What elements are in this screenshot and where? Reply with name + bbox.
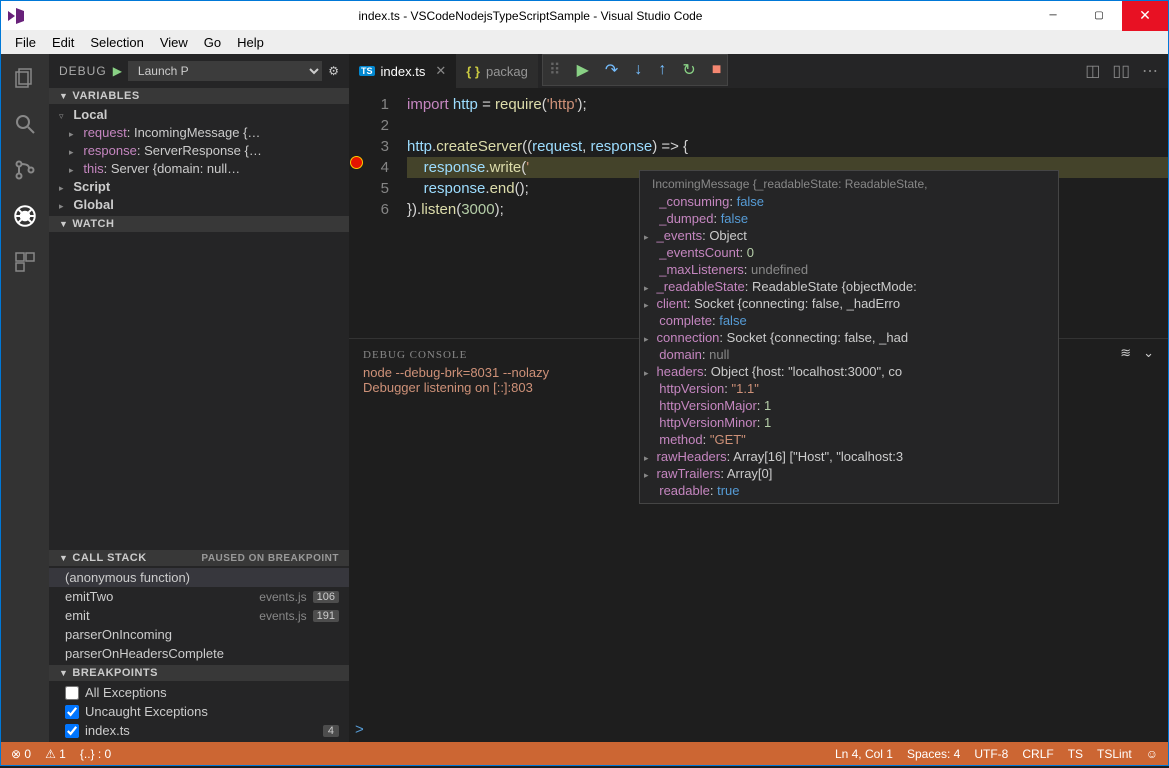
- statusbar: ⊗ 0 ⚠ 1 {..} : 0 Ln 4, Col 1 Spaces: 4 U…: [0, 742, 1169, 766]
- ts-icon: TS: [359, 66, 375, 76]
- hover-property[interactable]: _maxListeners: undefined: [640, 261, 1058, 278]
- menu-selection[interactable]: Selection: [82, 33, 151, 52]
- window-title: index.ts - VSCodeNodejsTypeScriptSample …: [31, 9, 1030, 23]
- split-editor-icon[interactable]: ◫: [1085, 61, 1100, 81]
- breakpoint-item[interactable]: All Exceptions: [49, 683, 349, 702]
- hover-property[interactable]: readable: true: [640, 482, 1058, 499]
- console-prompt[interactable]: >: [355, 721, 364, 738]
- variables-header[interactable]: ▼VARIABLES: [49, 88, 349, 104]
- hover-property[interactable]: complete: false: [640, 312, 1058, 329]
- breakpoint-checkbox[interactable]: [65, 686, 79, 700]
- hover-property[interactable]: method: "GET": [640, 431, 1058, 448]
- hover-property[interactable]: ▸headers: Object {host: "localhost:3000"…: [640, 363, 1058, 380]
- close-icon[interactable]: ✕: [435, 63, 446, 79]
- debug-sidebar: DEBUG ▶ Launch P ⚙ ▼VARIABLES ▿ Local ▸ …: [49, 54, 349, 742]
- hover-property[interactable]: ▸rawTrailers: Array[0]: [640, 465, 1058, 482]
- breakpoint-checkbox[interactable]: [65, 705, 79, 719]
- collapse-console-icon[interactable]: ⌄: [1143, 345, 1154, 361]
- debug-icon[interactable]: [11, 202, 39, 230]
- hover-title: IncomingMessage {_readableState: Readabl…: [640, 175, 1058, 193]
- menu-help[interactable]: Help: [229, 33, 272, 52]
- menubar: File Edit Selection View Go Help: [0, 30, 1169, 54]
- var-response[interactable]: ▸ response: ServerResponse {…: [49, 142, 349, 160]
- hover-property[interactable]: ▸rawHeaders: Array[16] ["Host", "localho…: [640, 448, 1058, 465]
- hover-property[interactable]: _dumped: false: [640, 210, 1058, 227]
- hover-property[interactable]: httpVersionMinor: 1: [640, 414, 1058, 431]
- start-debug-button[interactable]: ▶: [113, 64, 122, 78]
- scope-local[interactable]: ▿ Local: [49, 106, 349, 124]
- restart-button[interactable]: ↻: [682, 60, 695, 80]
- callstack-frame[interactable]: parserOnIncoming: [49, 625, 349, 644]
- breakpoint-glyph[interactable]: [351, 157, 362, 168]
- hover-property[interactable]: _consuming: false: [640, 193, 1058, 210]
- continue-button[interactable]: ▶: [577, 60, 589, 80]
- extensions-icon[interactable]: [11, 248, 39, 276]
- maximize-button[interactable]: ▢: [1076, 1, 1122, 31]
- search-icon[interactable]: [11, 110, 39, 138]
- tab-index-ts[interactable]: TS index.ts ✕: [349, 54, 456, 88]
- var-request[interactable]: ▸ request: IncomingMessage {…: [49, 124, 349, 142]
- status-warnings[interactable]: ⚠ 1: [45, 747, 66, 761]
- clear-console-icon[interactable]: ≋: [1120, 345, 1131, 361]
- hover-property[interactable]: ▸client: Socket {connecting: false, _had…: [640, 295, 1058, 312]
- status-errors[interactable]: ⊗ 0: [11, 747, 31, 761]
- breakpoint-item[interactable]: Uncaught Exceptions: [49, 702, 349, 721]
- menu-view[interactable]: View: [152, 33, 196, 52]
- status-fold[interactable]: {..} : 0: [80, 747, 111, 761]
- callstack-frame[interactable]: (anonymous function): [49, 568, 349, 587]
- callstack-frame[interactable]: emitevents.js191: [49, 606, 349, 625]
- hover-property[interactable]: ▸connection: Socket {connecting: false, …: [640, 329, 1058, 346]
- vs-logo-icon: [1, 1, 31, 31]
- status-position[interactable]: Ln 4, Col 1: [835, 747, 893, 761]
- feedback-icon[interactable]: ☺: [1146, 747, 1158, 761]
- breakpoint-checkbox[interactable]: [65, 724, 79, 738]
- callstack-frame[interactable]: parserOnHeadersComplete: [49, 644, 349, 663]
- hover-property[interactable]: ▸_readableState: ReadableState {objectMo…: [640, 278, 1058, 295]
- hover-property[interactable]: ▸_events: Object: [640, 227, 1058, 244]
- files-icon[interactable]: [11, 64, 39, 92]
- status-encoding[interactable]: UTF-8: [974, 747, 1008, 761]
- var-this[interactable]: ▸ this: Server {domain: null…: [49, 160, 349, 178]
- more-icon[interactable]: ⋯: [1142, 61, 1158, 81]
- debug-hover-popup: IncomingMessage {_readableState: Readabl…: [639, 170, 1059, 504]
- menu-file[interactable]: File: [7, 33, 44, 52]
- breakpoint-item[interactable]: index.ts4: [49, 721, 349, 740]
- hover-property[interactable]: httpVersion: "1.1": [640, 380, 1058, 397]
- editor-area: TS index.ts ✕ { } packag ⠿ ▶ ↷ ↓ ↑ ↻ ■ ◫…: [349, 54, 1168, 742]
- debug-config-select[interactable]: Launch P: [128, 61, 322, 81]
- scope-script[interactable]: ▸ Script: [49, 178, 349, 196]
- debug-label: DEBUG: [59, 64, 107, 78]
- step-over-button[interactable]: ↷: [605, 60, 618, 80]
- git-icon[interactable]: [11, 156, 39, 184]
- code-editor[interactable]: 123456 import http = require('http');htt…: [349, 88, 1168, 338]
- menu-go[interactable]: Go: [196, 33, 229, 52]
- watch-header[interactable]: ▼WATCH: [49, 216, 349, 232]
- window-titlebar: index.ts - VSCodeNodejsTypeScriptSample …: [0, 0, 1169, 30]
- breakpoints-header[interactable]: ▼BREAKPOINTS: [49, 665, 349, 681]
- status-language[interactable]: TS: [1068, 747, 1083, 761]
- status-lint[interactable]: TSLint: [1097, 747, 1132, 761]
- editor-layout-icon[interactable]: ▯▯: [1112, 61, 1130, 81]
- grip-icon[interactable]: ⠿: [549, 60, 561, 80]
- step-out-button[interactable]: ↑: [658, 61, 666, 79]
- menu-edit[interactable]: Edit: [44, 33, 82, 52]
- status-spaces[interactable]: Spaces: 4: [907, 747, 960, 761]
- minimize-button[interactable]: ─: [1030, 1, 1076, 31]
- json-icon: { }: [466, 64, 480, 79]
- status-eol[interactable]: CRLF: [1022, 747, 1053, 761]
- tab-package-json[interactable]: { } packag: [456, 54, 538, 88]
- stop-button[interactable]: ■: [712, 61, 722, 79]
- tabbar: TS index.ts ✕ { } packag ⠿ ▶ ↷ ↓ ↑ ↻ ■ ◫…: [349, 54, 1168, 88]
- hover-property[interactable]: domain: null: [640, 346, 1058, 363]
- gear-icon[interactable]: ⚙: [328, 64, 339, 78]
- debug-toolbar[interactable]: ⠿ ▶ ↷ ↓ ↑ ↻ ■: [542, 54, 729, 86]
- hover-property[interactable]: httpVersionMajor: 1: [640, 397, 1058, 414]
- activity-bar: [1, 54, 49, 742]
- callstack-header[interactable]: ▼CALL STACKPAUSED ON BREAKPOINT: [49, 550, 349, 566]
- callstack-frame[interactable]: emitTwoevents.js106: [49, 587, 349, 606]
- step-into-button[interactable]: ↓: [634, 61, 642, 79]
- close-button[interactable]: ✕: [1122, 1, 1168, 31]
- hover-property[interactable]: _eventsCount: 0: [640, 244, 1058, 261]
- scope-global[interactable]: ▸ Global: [49, 196, 349, 214]
